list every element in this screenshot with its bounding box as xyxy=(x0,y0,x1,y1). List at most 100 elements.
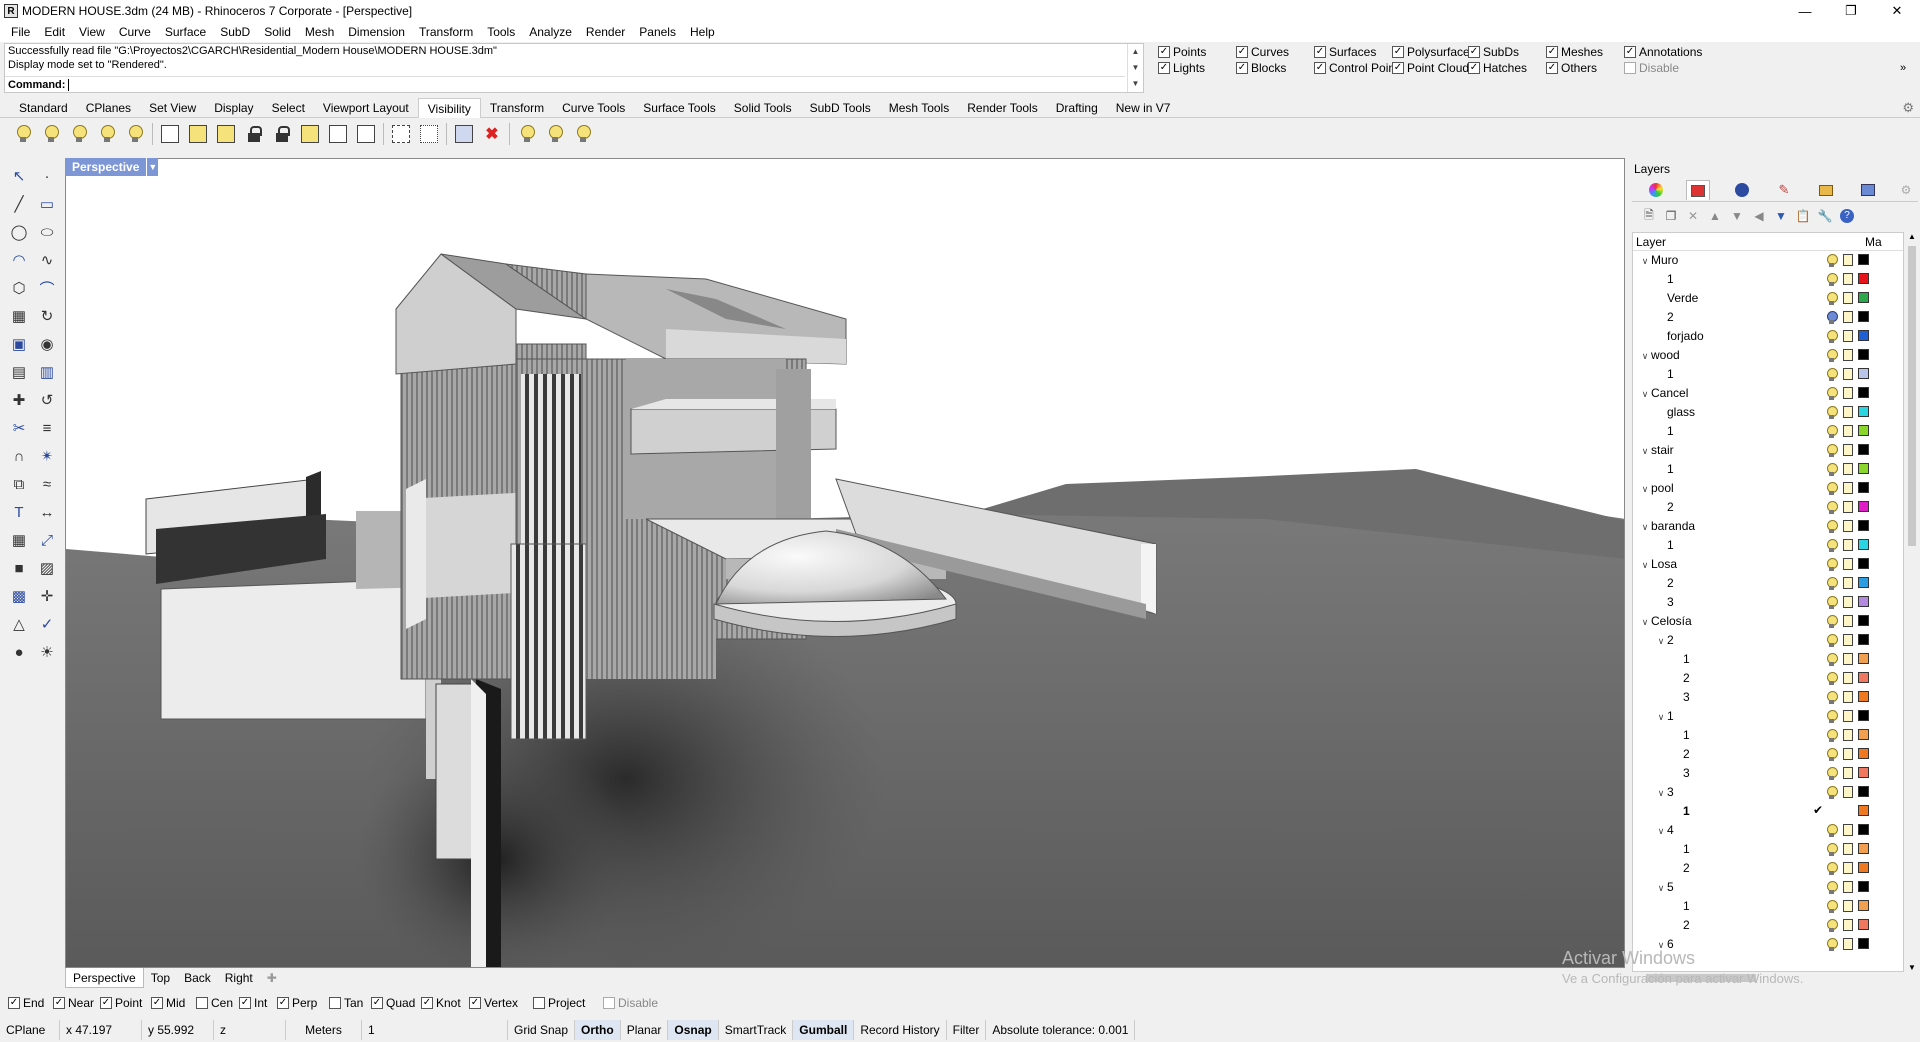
point-icon[interactable]: · xyxy=(36,165,58,187)
lightbulb-icon[interactable] xyxy=(1827,843,1838,856)
layer-color-swatch[interactable] xyxy=(1858,596,1869,607)
rendered-model[interactable] xyxy=(66,159,1625,968)
lock-icon[interactable] xyxy=(1843,539,1853,551)
checkbox-icon[interactable] xyxy=(1624,62,1636,74)
lock-icon[interactable] xyxy=(1843,862,1853,874)
lightbulb-icon[interactable] xyxy=(1827,900,1838,913)
layer-row[interactable]: ∨ 3 xyxy=(1633,783,1903,802)
chevron-down-icon[interactable]: ∨ xyxy=(1639,613,1651,632)
filter-checkbox[interactable]: ✓ Meshes xyxy=(1546,45,1603,59)
layer-name-cell[interactable]: 3 xyxy=(1655,593,1674,612)
lightbulb-icon[interactable] xyxy=(1827,881,1838,894)
status-toggle[interactable]: Gumball xyxy=(793,1020,855,1040)
layer-row[interactable]: forjado xyxy=(1633,327,1903,346)
current-layer-check-icon[interactable]: ✔ xyxy=(1813,803,1823,817)
filter-checkbox[interactable]: ✓ Lights xyxy=(1158,61,1205,75)
lock-icon[interactable] xyxy=(1843,463,1853,475)
split-icon[interactable]: ≡ xyxy=(36,417,58,439)
lightbulb-icon[interactable] xyxy=(1827,691,1838,704)
filter-checkbox[interactable]: Disable xyxy=(1624,61,1679,75)
lock-icon[interactable] xyxy=(1843,520,1853,532)
offset-icon[interactable]: ⧉ xyxy=(8,473,30,495)
filter-checkbox[interactable]: ✓ Points xyxy=(1158,45,1206,59)
gumball-icon[interactable]: ✛ xyxy=(36,585,58,607)
layer-name-cell[interactable]: 3 xyxy=(1671,764,1690,783)
chevron-down-icon[interactable]: ∨ xyxy=(1639,252,1651,271)
lock-icon[interactable] xyxy=(1843,843,1853,855)
checkbox-icon[interactable]: ✓ xyxy=(53,997,65,1009)
lightbulb-icon[interactable] xyxy=(1827,406,1838,419)
chevron-down-icon[interactable]: ∨ xyxy=(1655,879,1667,898)
checkbox-icon[interactable] xyxy=(603,997,615,1009)
filter-icon[interactable]: ▼ xyxy=(1770,209,1792,223)
chevron-down-icon[interactable]: ∨ xyxy=(1639,480,1651,499)
chevron-down-icon[interactable]: ∨ xyxy=(1655,822,1667,841)
lock-icon[interactable] xyxy=(1843,900,1853,912)
current-layer[interactable]: 1 xyxy=(362,1020,508,1040)
lock-icon[interactable] xyxy=(243,123,265,145)
lock-icon[interactable] xyxy=(1843,425,1853,437)
menu-item[interactable]: Render xyxy=(579,25,632,39)
layer-row[interactable]: ∨ 1 xyxy=(1633,707,1903,726)
lock-icon[interactable] xyxy=(1843,653,1853,665)
menu-item[interactable]: Dimension xyxy=(341,25,412,39)
layer-color-swatch[interactable] xyxy=(1858,881,1869,892)
circle-icon[interactable]: ◯ xyxy=(8,221,30,243)
layer-row[interactable]: 2 xyxy=(1633,916,1903,935)
lightbulb-icon[interactable] xyxy=(1827,254,1838,267)
osnap-checkbox[interactable]: ✓ End xyxy=(8,996,44,1010)
status-toggle[interactable]: Grid Snap xyxy=(508,1020,576,1040)
layer-name-cell[interactable]: ∨ pool xyxy=(1639,479,1674,498)
layer-name-cell[interactable]: 2 xyxy=(1655,498,1674,517)
lock-icon[interactable] xyxy=(1843,577,1853,589)
toolbar-tab[interactable]: Transform xyxy=(481,98,553,118)
lightbulb-icon[interactable] xyxy=(1827,672,1838,685)
extrude-icon[interactable]: ▤ xyxy=(8,361,30,383)
chevron-down-icon[interactable]: ∨ xyxy=(1639,556,1651,575)
lightbulb-icon[interactable] xyxy=(1827,292,1838,305)
lock-icon[interactable] xyxy=(1843,786,1853,798)
lightbulb-icon[interactable] xyxy=(1827,653,1838,666)
layer-color-swatch[interactable] xyxy=(1858,634,1869,645)
hide-edges-icon[interactable]: ✖ xyxy=(481,123,503,145)
checkbox-icon[interactable]: ✓ xyxy=(421,997,433,1009)
show-objects-icon[interactable] xyxy=(12,123,34,145)
layer-name-cell[interactable]: ∨ 3 xyxy=(1655,783,1674,802)
osnap-checkbox[interactable]: ✓ Mid xyxy=(151,996,185,1010)
lightbulb-icon[interactable] xyxy=(1827,786,1838,799)
checkbox-icon[interactable]: ✓ xyxy=(8,997,20,1009)
light-icon[interactable]: ☀ xyxy=(36,641,58,663)
layer-name-cell[interactable]: 1 xyxy=(1671,802,1690,821)
status-toggle[interactable]: Planar xyxy=(621,1020,669,1040)
layer-color-swatch[interactable] xyxy=(1858,577,1869,588)
layer-row[interactable]: 2 xyxy=(1633,745,1903,764)
layer-name-cell[interactable]: 1 xyxy=(1671,726,1690,745)
lightbulb-icon[interactable] xyxy=(1827,558,1838,571)
help-icon[interactable]: ? xyxy=(1840,209,1854,223)
close-icon[interactable]: ✕ xyxy=(1874,0,1920,22)
osnap-checkbox[interactable]: ✓ Quad xyxy=(371,996,415,1010)
toolbar-tab[interactable]: Display xyxy=(205,98,262,118)
lock-icon[interactable] xyxy=(1843,406,1853,418)
arc-icon[interactable]: ◠ xyxy=(8,249,30,271)
lock-icon[interactable] xyxy=(1843,691,1853,703)
layer-name-cell[interactable]: Verde xyxy=(1655,289,1698,308)
checkbox-icon[interactable]: ✓ xyxy=(1158,62,1170,74)
move-down-icon[interactable]: ▼ xyxy=(1726,209,1748,223)
layer-color-swatch[interactable] xyxy=(1858,539,1869,550)
move-icon[interactable]: ✚ xyxy=(8,389,30,411)
layer-row[interactable]: 3 xyxy=(1633,764,1903,783)
layer-color-swatch[interactable] xyxy=(1858,938,1869,949)
curve-icon[interactable]: ∿ xyxy=(36,249,58,271)
blend-icon[interactable]: ≈ xyxy=(36,473,58,495)
lightbulb-icon[interactable] xyxy=(1827,824,1838,837)
layer-color-swatch[interactable] xyxy=(1858,615,1869,626)
layer-row[interactable]: 2 xyxy=(1633,669,1903,688)
lock-icon[interactable] xyxy=(1843,501,1853,513)
layers-tab-icon[interactable] xyxy=(1686,180,1710,200)
cplane-label[interactable]: CPlane xyxy=(0,1020,60,1040)
toolbar-tab[interactable]: Curve Tools xyxy=(553,98,634,118)
checkbox-icon[interactable] xyxy=(329,997,341,1009)
checkbox-icon[interactable]: ✓ xyxy=(239,997,251,1009)
layer-row[interactable]: 1 xyxy=(1633,422,1903,441)
